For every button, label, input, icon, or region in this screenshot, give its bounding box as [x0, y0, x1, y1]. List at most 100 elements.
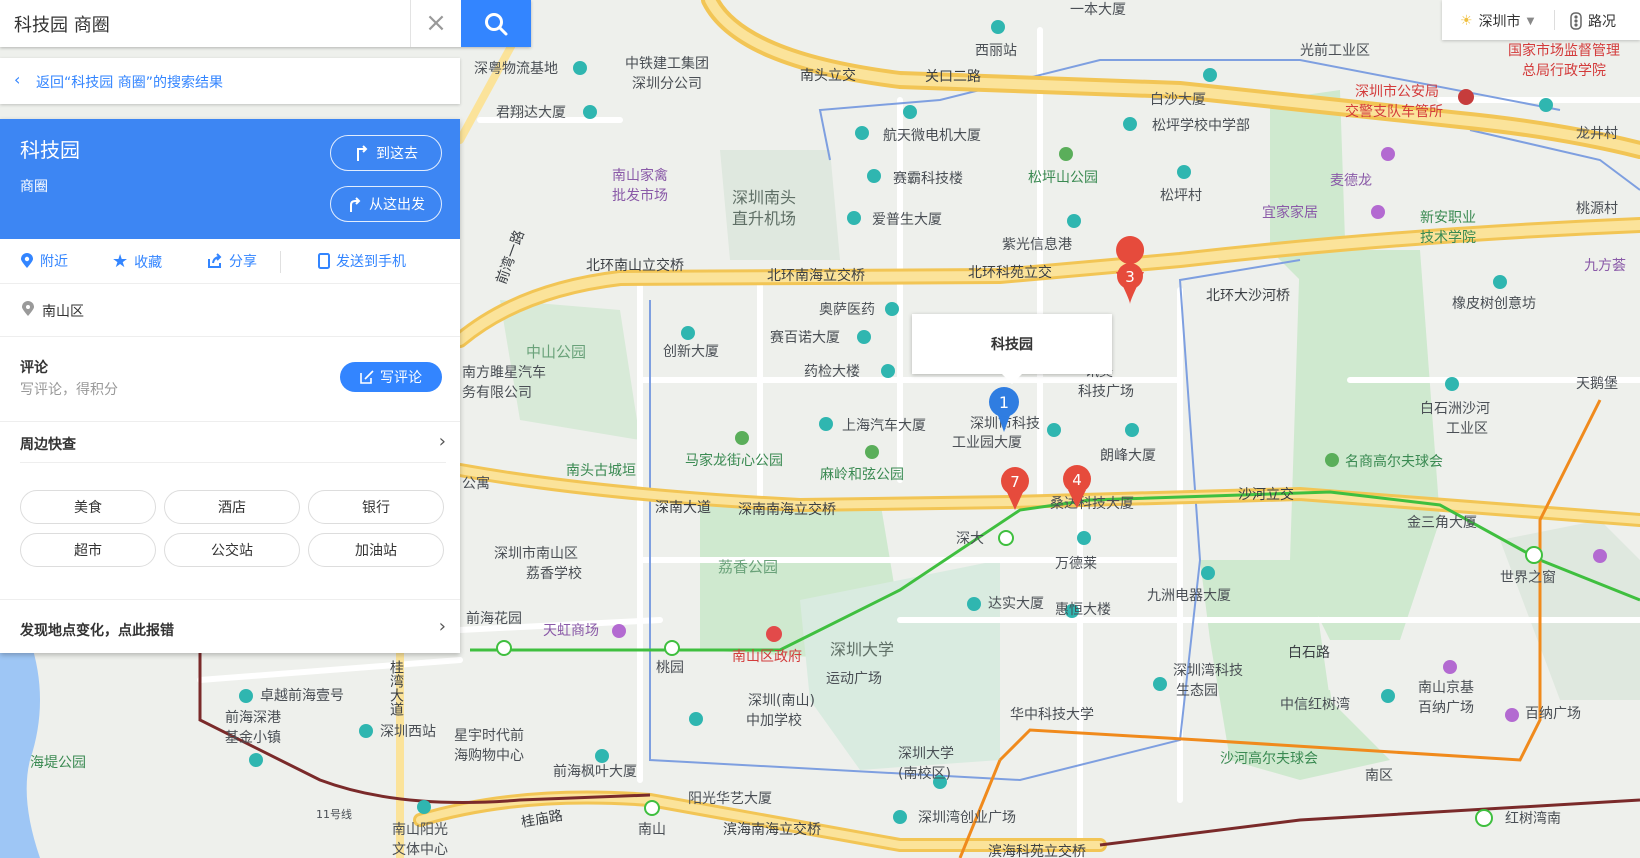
review-section: 评论 写评论，得积分 写评论 — [0, 335, 460, 422]
search-input[interactable]: 科技园 商圈 — [14, 11, 110, 37]
popup-title: 科技园 — [991, 337, 1033, 353]
map-label: 前海枫叶大厦 — [553, 763, 637, 780]
map-label: 药检大楼 — [804, 364, 860, 380]
road-label: 滨海科苑立交桥 — [988, 843, 1086, 858]
map-label: 总局行政学院 — [1522, 63, 1606, 79]
share-label: 分享 — [229, 254, 257, 270]
place-popup[interactable]: 科技园 — [912, 314, 1112, 384]
map-label: 运动广场 — [826, 671, 882, 687]
chevron-right-icon: › — [438, 616, 446, 637]
nearby-section-header[interactable]: 周边快查 › — [20, 422, 446, 463]
map-label: 光前工业区 — [1300, 42, 1370, 59]
traffic-label: 路况 — [1588, 14, 1616, 30]
map-label: 龙井村 — [1576, 126, 1618, 142]
edit-icon — [360, 370, 374, 384]
map-label: 沙河高尔夫球会 — [1220, 750, 1318, 767]
road-label: 关口二路 — [925, 69, 981, 85]
send-to-phone-action[interactable]: 发送到手机 — [318, 251, 406, 271]
map-label: 宜家家居 — [1262, 204, 1318, 221]
clear-icon[interactable]: × — [410, 0, 461, 47]
nearby-tag-gas-station[interactable]: 加油站 — [308, 533, 444, 567]
map-label: 务有限公司 — [462, 385, 532, 401]
nearby-title: 周边快查 — [20, 437, 76, 453]
report-label: 发现地点变化，点此报错 — [20, 623, 174, 639]
nearby-tag-food[interactable]: 美食 — [20, 490, 156, 524]
map-label: 中山公园 — [526, 343, 586, 361]
weather-icon: ☀ — [1460, 13, 1473, 29]
map-label: 赛百诺大厦 — [770, 330, 840, 346]
map-label: 白石洲沙河 — [1420, 401, 1490, 417]
district-label: 南山区 — [42, 304, 84, 320]
map-label: 马家龙街心公园 — [685, 452, 783, 469]
go-here-button[interactable]: 到这去 — [330, 135, 442, 171]
map-controls: ☀ 深圳市 ▼ 路况 — [1442, 0, 1640, 40]
back-to-results-link[interactable]: ‹ 返回“科技园 商圈”的搜索结果 — [0, 58, 460, 104]
map-label: 生态园 — [1176, 683, 1218, 699]
chevron-down-icon: ▼ — [1526, 15, 1535, 27]
map-label: 深圳市南山区 — [494, 545, 578, 562]
svg-text:4: 4 — [1072, 471, 1082, 489]
map-label: 海购物中心 — [454, 748, 524, 764]
map-label: 西丽站 — [975, 43, 1017, 59]
map-label: 深圳湾科技 — [1173, 662, 1243, 679]
map-label: 星宇时代前 — [454, 727, 524, 744]
nearby-tag-bank[interactable]: 银行 — [308, 490, 444, 524]
nearby-action[interactable]: 附近 — [20, 251, 68, 271]
nearby-tag-bus-stop[interactable]: 公交站 — [164, 533, 300, 567]
map-label: 深圳南头 — [732, 188, 796, 207]
place-title: 科技园 — [20, 138, 80, 162]
road-label: 沙河立交 — [1238, 486, 1294, 503]
search-button[interactable] — [461, 0, 531, 47]
map-label: 深大 — [956, 531, 984, 547]
favorite-action[interactable]: ★ 收藏 — [112, 251, 162, 272]
map-label: 华中科技大学 — [1010, 707, 1094, 723]
map-label: 文体中心 — [392, 842, 448, 858]
map-label: 白沙大厦 — [1150, 92, 1206, 108]
start-here-button[interactable]: 从这出发 — [330, 186, 442, 222]
map-label: 松坪村 — [1160, 188, 1202, 204]
map-label: 南头古城垣 — [566, 463, 636, 479]
city-selector[interactable]: ☀ 深圳市 ▼ — [1460, 11, 1534, 31]
map-label: 工业区 — [1446, 421, 1488, 437]
map-label: 松坪学校中学部 — [1152, 117, 1250, 134]
road-label: 北环南山立交桥 — [586, 257, 684, 274]
map-label: 11号线 — [316, 807, 352, 821]
map-label: 君翔达大厦 — [496, 105, 566, 121]
svg-text:7: 7 — [1010, 473, 1020, 491]
road-label: 深南大道 — [655, 500, 711, 516]
nearby-tag-hotel[interactable]: 酒店 — [164, 490, 300, 524]
traffic-light-icon — [1570, 12, 1582, 30]
review-title: 评论 — [20, 360, 48, 376]
favorite-label: 收藏 — [134, 254, 163, 271]
map-label: 橡皮树创意坊 — [1452, 295, 1536, 312]
road-label: 北环南海立交桥 — [767, 267, 865, 284]
report-error-row[interactable]: 发现地点变化，点此报错 › — [0, 599, 460, 654]
map-label: 紫光信息港 — [1002, 236, 1072, 253]
map-label: 南区 — [1365, 768, 1393, 784]
place-actions: 附近 ★ 收藏 分享 发送到手机 — [0, 239, 460, 283]
map-label: 百纳广场 — [1525, 706, 1581, 722]
road-label: 南头立交 — [800, 67, 856, 84]
map-label: 科技广场 — [1078, 384, 1134, 400]
traffic-toggle[interactable]: 路况 — [1570, 11, 1616, 31]
place-header: 科技园 商圈 到这去 从这出发 — [0, 119, 460, 239]
share-icon — [208, 253, 222, 268]
share-action[interactable]: 分享 — [207, 251, 257, 271]
map-label: 海堤公园 — [30, 755, 86, 771]
nearby-tag-supermarket[interactable]: 超市 — [20, 533, 156, 567]
map-label: 天虹商场 — [543, 623, 599, 639]
map-label: 深圳大学 — [898, 746, 954, 762]
map-label: 南山家禽 — [612, 167, 668, 184]
write-review-label: 写评论 — [380, 370, 422, 386]
map-label: 万德莱 — [1055, 556, 1097, 572]
map-label: 九方荟 — [1584, 257, 1626, 274]
map-label: 南方雎星汽车 — [462, 364, 546, 381]
map-label: 深圳西站 — [380, 724, 436, 740]
map-label: 达实大厦 — [988, 596, 1044, 612]
star-icon: ★ — [112, 251, 129, 272]
nearby-label: 附近 — [40, 254, 68, 270]
map-label: 南山 — [638, 822, 666, 838]
write-review-button[interactable]: 写评论 — [340, 362, 442, 392]
svg-text:3: 3 — [1125, 268, 1135, 286]
map-label: 公寓 — [462, 475, 490, 492]
